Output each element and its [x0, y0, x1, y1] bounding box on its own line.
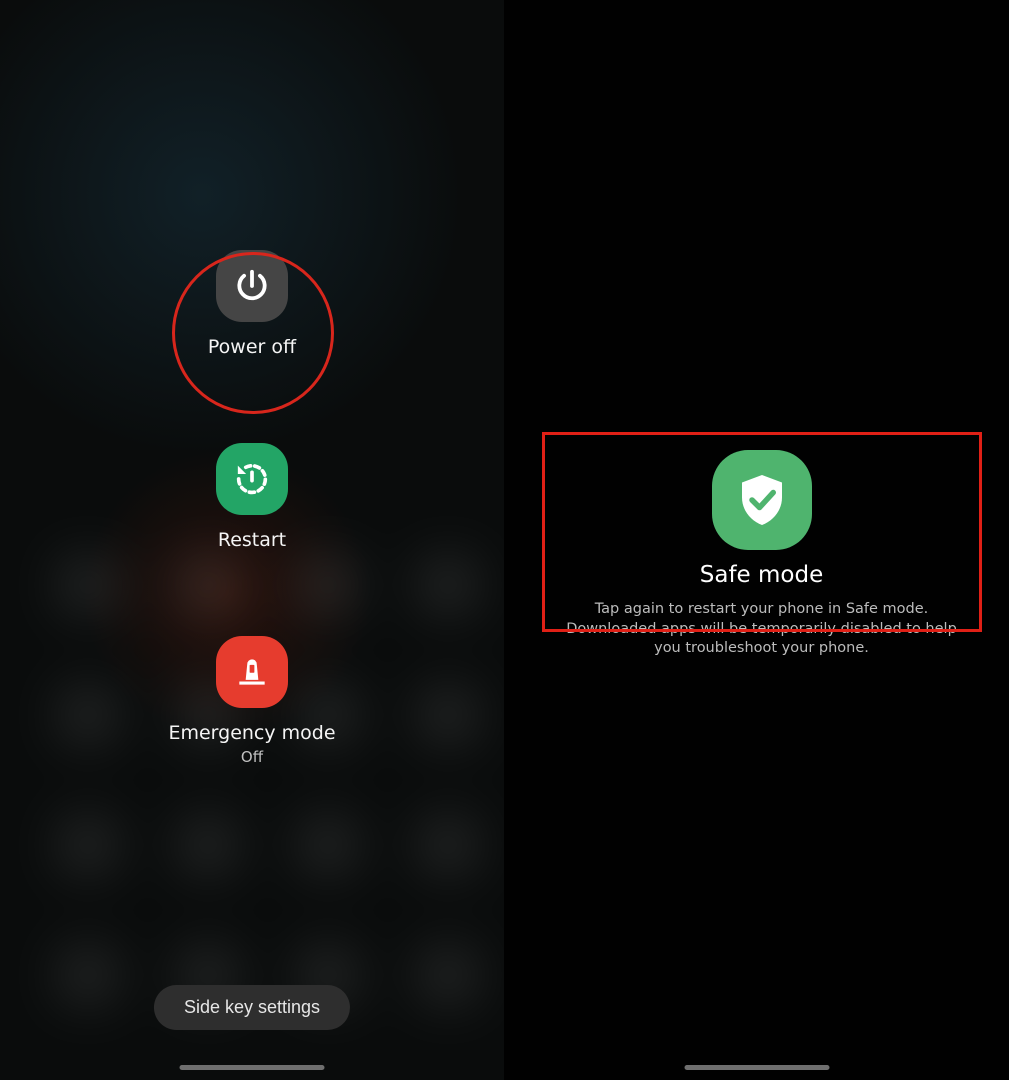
safe-mode-button[interactable]: Safe mode Tap again to restart your phon… — [542, 432, 981, 679]
gesture-nav-bar[interactable] — [684, 1065, 829, 1070]
emergency-icon — [216, 636, 288, 708]
emergency-label: Emergency mode — [168, 722, 335, 744]
power-menu-column: Power off Restart Emergency mode — [0, 250, 504, 766]
safe-mode-confirm-screen: Safe mode Tap again to restart your phon… — [504, 0, 1009, 1080]
restart-icon — [216, 443, 288, 515]
safe-mode-title: Safe mode — [700, 562, 823, 588]
power-icon — [216, 250, 288, 322]
power-off-label: Power off — [208, 336, 296, 358]
gesture-nav-bar[interactable] — [180, 1065, 325, 1070]
shield-check-icon — [712, 450, 812, 550]
restart-label: Restart — [218, 529, 286, 551]
power-menu-screen: Power off Restart Emergency mode — [0, 0, 504, 1080]
restart-button[interactable]: Restart — [216, 443, 288, 551]
emergency-mode-button[interactable]: Emergency mode Off — [168, 636, 335, 766]
power-off-button[interactable]: Power off — [208, 250, 296, 358]
side-key-settings-button[interactable]: Side key settings — [154, 985, 350, 1030]
safe-mode-description: Tap again to restart your phone in Safe … — [558, 600, 965, 659]
emergency-state: Off — [241, 748, 263, 766]
